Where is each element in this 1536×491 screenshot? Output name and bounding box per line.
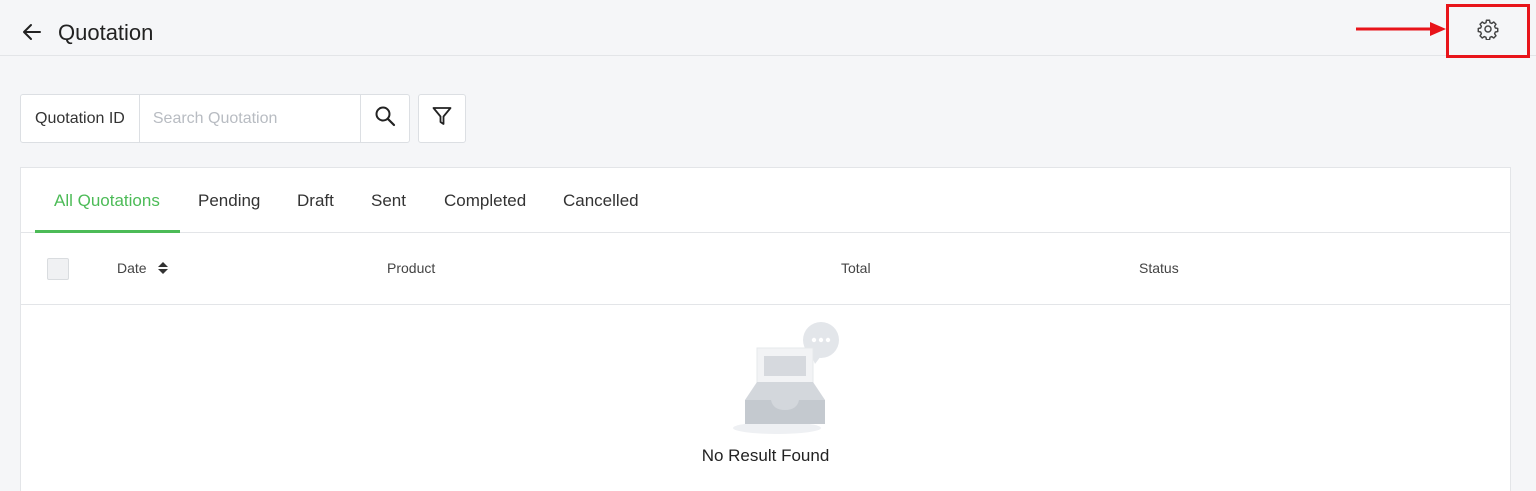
search-icon bbox=[374, 105, 396, 132]
filter-button[interactable] bbox=[418, 94, 466, 143]
search-type-select[interactable]: Quotation ID bbox=[21, 95, 140, 142]
arrow-left-icon[interactable] bbox=[22, 22, 42, 42]
column-label-date: Date bbox=[117, 260, 147, 276]
column-header-total: Total bbox=[841, 260, 871, 276]
empty-state-message: No Result Found bbox=[701, 446, 830, 465]
empty-state: No Result Found bbox=[21, 306, 1510, 491]
tab-pending[interactable]: Pending bbox=[198, 168, 260, 233]
tab-sent[interactable]: Sent bbox=[371, 168, 406, 233]
quotation-list-card: All Quotations Pending Draft Sent Comple… bbox=[20, 167, 1511, 491]
column-header-status: Status bbox=[1139, 260, 1179, 276]
column-header-date[interactable]: Date bbox=[117, 258, 169, 279]
empty-inbox-icon bbox=[733, 322, 839, 434]
search-input[interactable] bbox=[139, 95, 361, 142]
search-button[interactable] bbox=[361, 95, 409, 142]
gear-icon bbox=[1477, 18, 1499, 45]
tab-draft[interactable]: Draft bbox=[297, 168, 334, 233]
annotation-arrow-icon bbox=[1356, 22, 1446, 36]
column-header-product: Product bbox=[387, 260, 436, 276]
sort-icon[interactable] bbox=[158, 259, 169, 279]
tab-cancelled[interactable]: Cancelled bbox=[563, 168, 639, 233]
tab-completed[interactable]: Completed bbox=[444, 168, 526, 233]
tab-all-quotations[interactable]: All Quotations bbox=[54, 168, 160, 233]
select-all-checkbox[interactable] bbox=[47, 258, 69, 280]
status-tabs: All Quotations Pending Draft Sent Comple… bbox=[21, 168, 1510, 233]
table-header: Date Product Total Status bbox=[21, 233, 1510, 305]
top-bar: Quotation bbox=[0, 0, 1536, 58]
search-group: Quotation ID bbox=[20, 94, 410, 143]
filter-icon bbox=[431, 105, 453, 132]
page-title: Quotation bbox=[58, 20, 154, 45]
settings-button[interactable] bbox=[1446, 4, 1530, 58]
